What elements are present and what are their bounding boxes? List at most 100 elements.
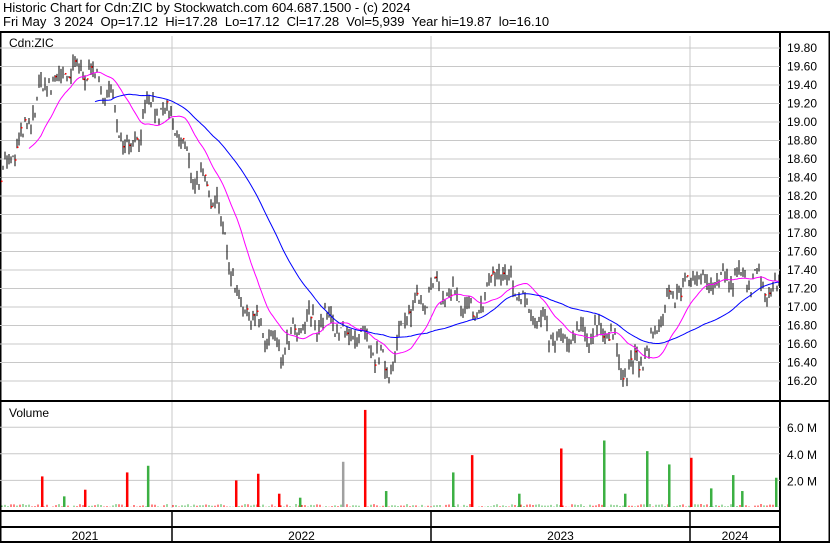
volume-bar — [83, 489, 87, 507]
close-tick — [25, 119, 27, 121]
price-tick-label: 18.40 — [787, 171, 817, 185]
close-tick — [247, 308, 249, 310]
price-volume-chart: 19.80 19.60 19.40 19.20 19.00 18.80 18.60 18.40… — [0, 31, 830, 543]
close-tick — [183, 137, 185, 140]
volume-bar — [256, 473, 260, 507]
price-tick-label: 16.60 — [787, 337, 817, 351]
volume-bars — [1, 409, 780, 507]
price-tick-label: 17.20 — [787, 282, 817, 296]
close-tick — [15, 159, 17, 161]
close-tick — [205, 174, 207, 176]
price-tick-label: 16.20 — [787, 374, 817, 388]
volume-bar — [470, 455, 474, 507]
volume-bar — [741, 491, 744, 507]
close-tick — [687, 275, 689, 277]
volume-bar — [298, 497, 302, 507]
volume-tick-label: 2.0 M — [787, 474, 817, 488]
volume-bar — [125, 472, 129, 507]
close-tick — [17, 146, 19, 148]
close-tick — [65, 72, 67, 75]
volume-bar — [452, 472, 455, 507]
close-tick — [635, 350, 637, 353]
close-tick — [435, 276, 437, 279]
close-tick — [137, 138, 139, 140]
volume-bar — [146, 465, 150, 507]
price-tick-label: 17.60 — [787, 245, 817, 259]
volume-bar — [341, 461, 345, 507]
price-tick-label: 18.20 — [787, 189, 817, 203]
year-label: 2022 — [288, 529, 315, 543]
volume-bar — [234, 480, 238, 507]
close-tick — [473, 315, 475, 317]
close-tick — [129, 144, 131, 147]
volume-bar — [363, 409, 367, 507]
close-tick — [375, 364, 377, 366]
close-tick — [603, 336, 605, 338]
price-tick-label: 19.80 — [787, 41, 817, 55]
volume-bar — [668, 464, 671, 507]
close-tick — [623, 378, 625, 380]
close-tick — [503, 272, 505, 275]
volume-bar — [40, 476, 44, 507]
close-tick — [409, 311, 411, 313]
close-tick — [295, 328, 297, 330]
close-tick — [609, 339, 611, 341]
price-tick-label: 18.80 — [787, 134, 817, 148]
price-tick-label: 19.60 — [787, 60, 817, 74]
close-tick — [91, 66, 93, 68]
price-tick-label: 17.80 — [787, 226, 817, 240]
close-tick — [311, 316, 313, 319]
year-label: 2021 — [72, 529, 99, 543]
volume-bar — [731, 475, 735, 507]
volume-label: Volume — [9, 406, 49, 420]
volume-bar — [774, 477, 778, 507]
close-tick — [347, 332, 349, 335]
volume-bar — [518, 493, 521, 507]
moving-average-short-line — [28, 71, 780, 359]
volume-bar — [384, 491, 388, 507]
close-tick — [123, 145, 125, 148]
close-tick — [639, 369, 641, 371]
volume-tick-label: 4.0 M — [787, 448, 817, 462]
close-tick — [167, 101, 169, 103]
close-tick — [69, 76, 71, 79]
year-label: 2024 — [722, 529, 749, 543]
volume-bar — [709, 488, 713, 507]
price-tick-label: 17.40 — [787, 263, 817, 277]
price-tick-label: 18.00 — [787, 208, 817, 222]
year-label: 2023 — [547, 529, 574, 543]
volume-bar — [690, 457, 693, 507]
price-tick-label: 16.80 — [787, 319, 817, 333]
close-tick — [75, 60, 77, 62]
price-tick-label: 18.60 — [787, 152, 817, 166]
volume-bar — [623, 493, 627, 507]
close-tick — [681, 295, 683, 298]
close-tick — [211, 205, 213, 208]
close-tick — [55, 75, 57, 78]
price-tick-label: 19.40 — [787, 78, 817, 92]
close-tick — [491, 274, 493, 277]
close-tick — [87, 78, 89, 80]
symbol-label: Cdn:ZIC — [9, 36, 54, 50]
volume-tick-label: 6.0 M — [787, 421, 817, 435]
close-tick — [385, 368, 387, 371]
price-tick-label: 19.00 — [787, 115, 817, 129]
close-tick — [257, 310, 259, 313]
close-tick — [769, 292, 771, 295]
close-tick — [1, 180, 3, 183]
close-tick — [253, 314, 255, 316]
close-tick — [493, 271, 495, 273]
volume-bar — [62, 496, 66, 507]
close-tick — [21, 126, 23, 129]
close-tick — [631, 358, 633, 360]
volume-bar — [646, 451, 649, 507]
volume-bar — [277, 493, 281, 507]
price-tick-label: 19.20 — [787, 97, 817, 111]
chart-window: Historic Chart for Cdn:ZIC by Stockwatch… — [0, 0, 830, 543]
close-tick — [207, 184, 209, 186]
close-tick — [765, 294, 767, 296]
price-tick-label: 17.00 — [787, 300, 817, 314]
volume-bar — [560, 448, 563, 507]
close-tick — [83, 78, 85, 81]
close-tick — [669, 290, 671, 292]
